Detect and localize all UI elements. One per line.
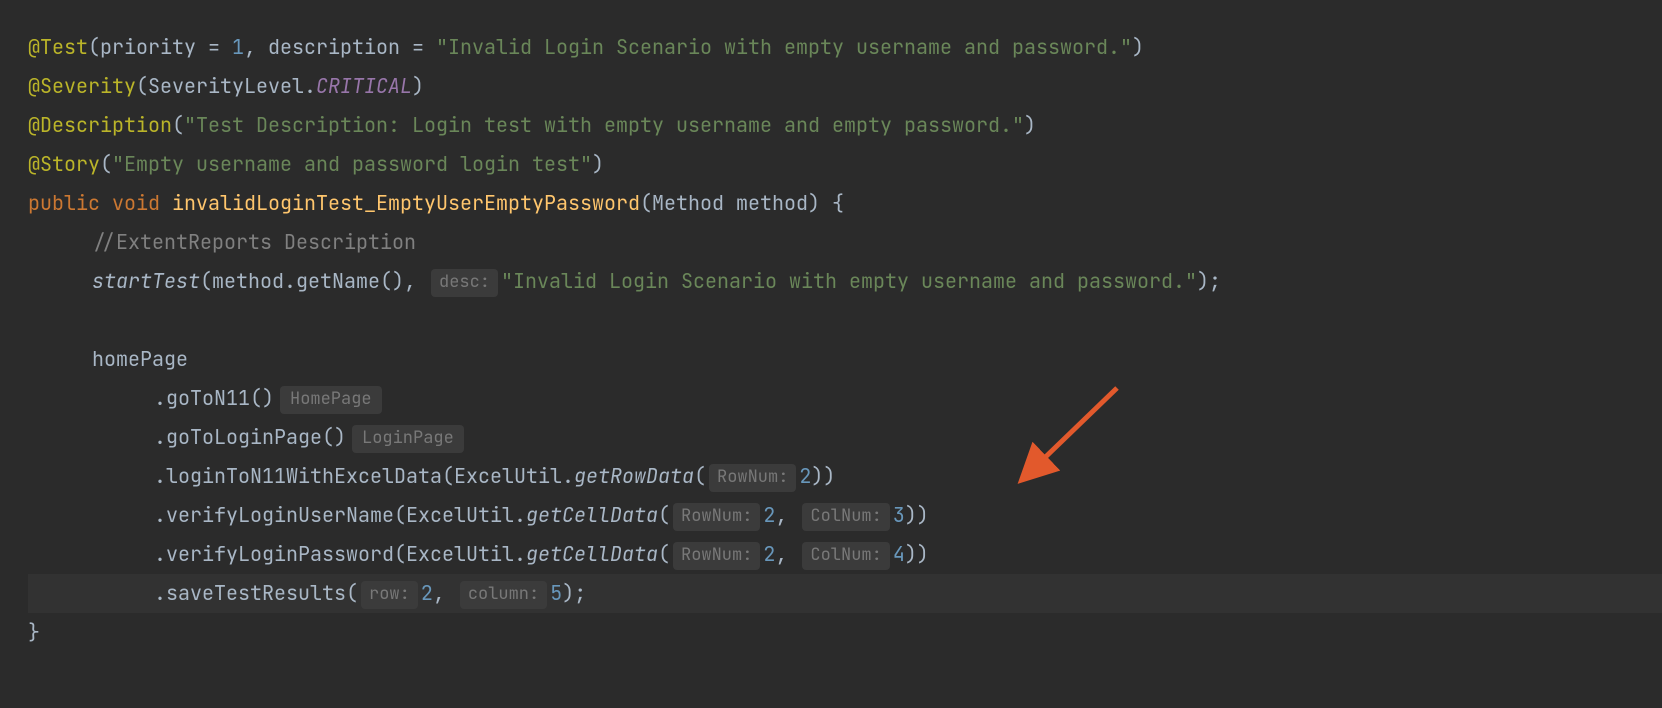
annotation-test: @Test (28, 34, 88, 60)
comment-extent: //ExtentReports Description (92, 229, 416, 255)
hint-desc: desc: (431, 269, 498, 297)
call-save-results: saveTestResults (166, 580, 346, 606)
call-getcelldata-2: getCellData (526, 541, 658, 567)
call-gotologin: goToLoginPage (166, 424, 322, 450)
annotation-description: @Description (28, 112, 172, 138)
param-priority: priority (100, 34, 196, 60)
code-line-4[interactable]: @Story("Empty username and password logi… (28, 145, 1662, 184)
code-line-6[interactable]: //ExtentReports Description (28, 223, 1662, 262)
closing-brace: } (28, 619, 40, 645)
hint-column: column: (460, 581, 547, 609)
code-line-1[interactable]: @Test(priority = 1, description = "Inval… (28, 28, 1662, 67)
return-hint-loginpage: LoginPage (352, 425, 464, 453)
call-start-test: startTest (92, 268, 200, 294)
value-priority: 1 (232, 34, 244, 60)
code-line-15[interactable]: .saveTestResults(row:2, column:5); (28, 574, 1662, 613)
code-editor[interactable]: @Test(priority = 1, description = "Inval… (28, 28, 1662, 652)
annotation-severity: @Severity (28, 73, 136, 99)
code-line-16[interactable]: } (28, 613, 1662, 652)
start-test-desc: "Invalid Login Scenario with empty usern… (501, 268, 1197, 294)
call-gotoN11: goToN11 (166, 385, 250, 411)
keyword-public-void: public void (28, 190, 160, 216)
code-line-5[interactable]: public void invalidLoginTest_EmptyUserEm… (28, 184, 1662, 223)
code-line-8-blank[interactable] (28, 301, 1662, 340)
param-description: description (268, 34, 400, 60)
hint-rownum-1: RowNum: (709, 464, 796, 492)
code-line-9[interactable]: homePage (28, 340, 1662, 379)
call-getrowdata: getRowData (574, 463, 694, 489)
hint-colnum-1: ColNum: (802, 503, 889, 531)
call-getcelldata-1: getCellData (526, 502, 658, 528)
annotation-story: @Story (28, 151, 100, 177)
call-verify-password: verifyLoginPassword (166, 541, 394, 567)
hint-row: row: (361, 581, 418, 609)
call-login-excel: loginToN11WithExcelData (166, 463, 442, 489)
method-name: invalidLoginTest_EmptyUserEmptyPassword (172, 190, 640, 216)
hint-rownum-2: RowNum: (673, 503, 760, 531)
code-line-10[interactable]: .goToN11()HomePage (28, 379, 1662, 418)
code-line-2[interactable]: @Severity(SeverityLevel.CRITICAL) (28, 67, 1662, 106)
code-line-14[interactable]: .verifyLoginPassword(ExcelUtil.getCellDa… (28, 535, 1662, 574)
ref-homepage: homePage (92, 346, 188, 372)
call-verify-username: verifyLoginUserName (166, 502, 394, 528)
return-hint-homepage: HomePage (280, 386, 382, 414)
code-line-12[interactable]: .loginToN11WithExcelData(ExcelUtil.getRo… (28, 457, 1662, 496)
description-text: "Test Description: Login test with empty… (184, 112, 1024, 138)
value-description: "Invalid Login Scenario with empty usern… (436, 34, 1132, 60)
code-line-13[interactable]: .verifyLoginUserName(ExcelUtil.getCellDa… (28, 496, 1662, 535)
code-line-7[interactable]: startTest(method.getName(), desc:"Invali… (28, 262, 1662, 301)
hint-colnum-2: ColNum: (802, 542, 889, 570)
hint-rownum-3: RowNum: (673, 542, 760, 570)
story-text: "Empty username and password login test" (112, 151, 592, 177)
code-line-11[interactable]: .goToLoginPage()LoginPage (28, 418, 1662, 457)
code-line-3[interactable]: @Description("Test Description: Login te… (28, 106, 1662, 145)
severity-level: CRITICAL (316, 73, 412, 99)
